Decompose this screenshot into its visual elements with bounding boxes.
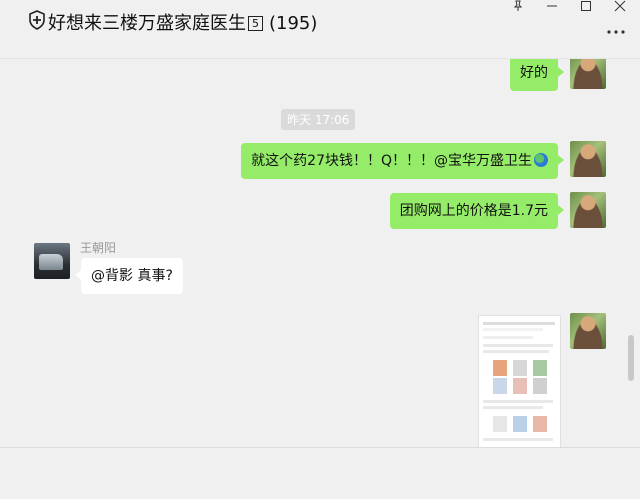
maximize-icon[interactable]	[576, 0, 596, 14]
shield-plus-icon	[29, 10, 45, 30]
minimize-icon[interactable]	[542, 0, 562, 14]
pin-icon[interactable]	[508, 0, 528, 14]
chat-header: 好想来三楼万盛家庭医生 5 (195)	[0, 0, 640, 59]
message-bubble[interactable]: 好的	[510, 59, 564, 91]
close-icon[interactable]	[610, 0, 630, 14]
message-text: 团购网上的价格是1.7元	[399, 203, 548, 219]
self-avatar[interactable]	[570, 59, 606, 89]
message-input-area[interactable]	[0, 447, 640, 499]
chat-scrollbar[interactable]	[628, 335, 634, 381]
self-avatar[interactable]	[570, 141, 606, 177]
self-avatar[interactable]	[570, 192, 606, 228]
contact-avatar[interactable]	[34, 243, 70, 279]
message-bubble[interactable]: 团购网上的价格是1.7元	[389, 193, 565, 229]
message-text: 就这个药27块钱！！Q！！！@宝华万盛卫生	[251, 153, 532, 169]
message-text: 好的	[520, 65, 548, 81]
message-text: @背影 真事?	[91, 268, 173, 284]
message-bubble[interactable]: @背影 真事?	[75, 258, 183, 294]
group-badge: 5	[248, 16, 263, 31]
more-dots-icon[interactable]	[606, 26, 626, 36]
chat-title: 好想来三楼万盛家庭医生 5 (195)	[48, 9, 317, 35]
timestamp: 昨天 17:06	[281, 109, 356, 130]
self-avatar[interactable]	[570, 313, 606, 349]
message-list[interactable]: 好的 昨天 17:06 就这个药27块钱！！Q！！！@宝华万盛卫生 团购网上的价…	[0, 59, 640, 447]
sender-name: 王朝阳	[80, 241, 117, 255]
message-bubble[interactable]: 就这个药27块钱！！Q！！！@宝华万盛卫生	[241, 143, 564, 179]
member-count: (195)	[269, 13, 318, 34]
image-message-thumbnail[interactable]	[478, 315, 561, 447]
chat-title-text: 好想来三楼万盛家庭医生	[48, 13, 246, 34]
globe-emoji-icon	[534, 153, 548, 167]
